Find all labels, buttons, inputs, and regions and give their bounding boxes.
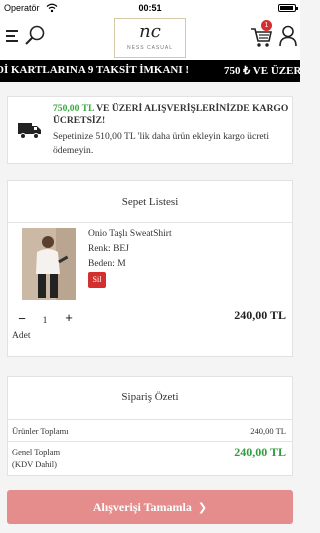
checkout-button-label: Alışverişi Tamamla	[92, 500, 192, 514]
decrease-quantity-button[interactable]: −	[16, 311, 28, 326]
logo-mark: nc	[139, 21, 161, 42]
product-photo	[22, 228, 76, 300]
product-size: Beden: M	[88, 259, 126, 269]
cart-list-title: Sepet Listesi	[121, 196, 179, 208]
product-color: Renk: BEJ	[88, 244, 129, 254]
promo-text: Dİ KARTLARINA 9 TAKSİT İMKANI !	[0, 64, 190, 76]
promo-marquee: Dİ KARTLARINA 9 TAKSİT İMKANI ! 750 ₺ VE…	[0, 60, 300, 82]
menu-icon[interactable]	[6, 30, 20, 42]
truck-icon	[18, 123, 41, 139]
search-icon[interactable]	[24, 24, 46, 46]
battery-icon	[278, 4, 298, 12]
checkout-button[interactable]: Alışverişi Tamamla ❯	[7, 490, 293, 524]
subtotal-value: 240,00 TL	[250, 426, 286, 436]
divider	[8, 441, 292, 442]
product-name[interactable]: Onio Taşlı SweatShirt	[88, 229, 172, 239]
line-price: 240,00 TL	[234, 308, 286, 322]
order-summary-title: Sipariş Özeti	[121, 391, 179, 403]
vat-included-label: (KDV Dahil)	[12, 459, 57, 469]
chevron-right-icon: ❯	[197, 501, 208, 514]
promo-text: 750 ₺ VE ÜZERİ	[224, 65, 300, 77]
logo-subtitle: NESS CASUAL	[126, 45, 173, 51]
brand-logo[interactable]: nc NESS CASUAL	[114, 18, 186, 58]
divider	[8, 419, 292, 420]
shipping-title: 750,00 TL VE ÜZERİ ALIŞVERİŞLERİNİZDE KA…	[53, 103, 289, 127]
divider	[8, 222, 292, 223]
cart-count-badge: 1	[261, 20, 272, 31]
clock: 00:51	[138, 3, 162, 13]
increase-quantity-button[interactable]: +	[63, 310, 75, 325]
shipping-description: Sepetinize 510,00 TL 'lik daha ürün ekle…	[53, 131, 270, 156]
grand-total-value: 240,00 TL	[234, 445, 286, 459]
cart-list: Sepet Listesi Onio Taşlı SweatShirt Renk…	[7, 180, 293, 357]
quantity-value[interactable]: 1	[39, 315, 51, 325]
delete-button[interactable]: Sil	[88, 272, 106, 288]
user-icon[interactable]	[278, 25, 298, 47]
status-bar: Operatör 00:51	[0, 0, 300, 16]
app-header: nc NESS CASUAL 1	[0, 16, 300, 60]
quantity-label: Adet	[12, 331, 31, 341]
total-label: Genel Toplam	[12, 447, 61, 457]
order-summary: Sipariş Özeti Ürünler Toplamı 240,00 TL …	[7, 376, 293, 476]
product-image[interactable]	[22, 228, 76, 300]
free-shipping-notice: 750,00 TL VE ÜZERİ ALIŞVERİŞLERİNİZDE KA…	[7, 96, 293, 164]
subtotal-label: Ürünler Toplamı	[12, 426, 69, 436]
free-shipping-threshold: 750,00 TL	[53, 103, 94, 114]
